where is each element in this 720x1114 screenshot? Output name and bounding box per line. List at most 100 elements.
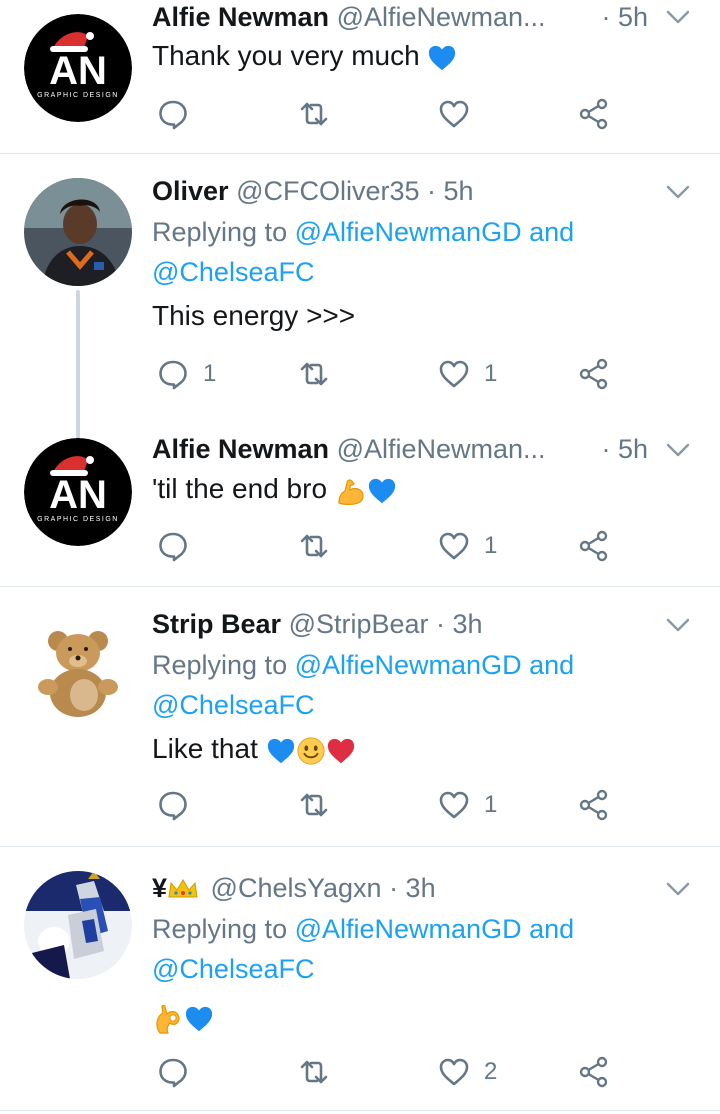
share-icon — [578, 789, 610, 821]
display-name[interactable]: Alfie Newman — [152, 434, 329, 464]
retweet-button[interactable] — [298, 526, 344, 566]
tweet-text: 'til the end bro — [152, 469, 397, 509]
blue-heart-emoji — [427, 43, 457, 73]
handle[interactable]: @ChelsYagxn — [211, 873, 382, 903]
ok-hand-emoji — [152, 1003, 184, 1035]
flexed-biceps-emoji — [335, 475, 367, 507]
avatar[interactable] — [24, 871, 132, 979]
chevron-down-icon[interactable] — [664, 875, 692, 903]
retweet-button[interactable] — [298, 1052, 344, 1092]
mention-link[interactable]: @AlfieNewmanGD — [295, 914, 522, 944]
tweet-actions — [0, 94, 720, 134]
chevron-down-icon[interactable] — [664, 611, 692, 639]
handle[interactable]: @AlfieNewman... — [337, 434, 546, 464]
timestamp[interactable]: · 5h — [427, 176, 474, 206]
retweet-icon — [298, 530, 330, 562]
like-button[interactable]: 1 — [438, 785, 497, 825]
logo-tagline: GRAPHIC DESIGN — [37, 516, 119, 523]
avatar[interactable] — [24, 611, 132, 719]
tweet-strip-bear[interactable]: Strip Bear @StripBear · 3h Replying to @… — [0, 587, 720, 845]
mention-link[interactable]: @ChelseaFC — [152, 954, 314, 984]
like-icon — [438, 1056, 470, 1088]
handle[interactable]: @CFCOliver35 — [236, 176, 419, 206]
tweet-actions: 1 — [0, 785, 720, 825]
tweet-header: ¥ @ChelsYagxn · 3h — [152, 869, 640, 907]
share-button[interactable] — [578, 354, 610, 394]
red-heart-emoji — [326, 736, 356, 766]
share-icon — [578, 358, 610, 390]
display-name[interactable]: Alfie Newman — [152, 2, 329, 32]
display-name[interactable]: Oliver — [152, 176, 229, 206]
retweet-icon — [298, 358, 330, 390]
divider — [0, 1110, 720, 1111]
blue-heart-emoji — [367, 476, 397, 506]
crown-emoji — [167, 877, 199, 899]
like-icon — [438, 789, 470, 821]
chevron-down-icon[interactable] — [664, 436, 692, 464]
like-button[interactable] — [438, 94, 484, 134]
blue-heart-emoji — [266, 736, 296, 766]
retweet-icon — [298, 1056, 330, 1088]
share-button[interactable] — [578, 1052, 610, 1092]
tweet-header: Strip Bear @StripBear · 3h — [152, 605, 640, 643]
reply-button[interactable] — [157, 785, 203, 825]
reply-button[interactable] — [157, 94, 203, 134]
mention-link[interactable]: @AlfieNewmanGD — [295, 217, 522, 247]
share-button[interactable] — [578, 94, 610, 134]
slightly-smiling-face-emoji — [296, 736, 326, 766]
mention-link[interactable]: @AlfieNewmanGD — [295, 650, 522, 680]
retweet-icon — [298, 789, 330, 821]
like-button[interactable]: 1 — [438, 526, 497, 566]
reply-icon — [157, 98, 189, 130]
share-icon — [578, 530, 610, 562]
retweet-icon — [298, 98, 330, 130]
retweet-button[interactable] — [298, 354, 344, 394]
timestamp[interactable]: · 5h — [601, 430, 648, 468]
chevron-down-icon[interactable] — [664, 3, 692, 31]
tweet-text — [152, 997, 214, 1037]
like-button[interactable]: 1 — [438, 354, 497, 394]
display-name[interactable]: ¥ — [152, 873, 167, 903]
tweet-header: Alfie Newman @AlfieNewman... — [152, 0, 570, 36]
timestamp[interactable]: · 3h — [389, 873, 436, 903]
handle[interactable]: @AlfieNewman... — [337, 2, 546, 32]
handle[interactable]: @StripBear — [289, 609, 429, 639]
tweet-alfie-1[interactable]: AN GRAPHIC DESIGN Alfie Newman @AlfieNew… — [0, 0, 720, 153]
share-icon — [578, 98, 610, 130]
replying-to: Replying to @AlfieNewmanGD and @ChelseaF… — [152, 650, 575, 720]
timestamp[interactable]: · 5h — [601, 0, 648, 36]
reply-icon — [157, 1056, 189, 1088]
tweet-actions: 2 — [0, 1052, 720, 1092]
avatar[interactable] — [24, 178, 132, 286]
tweet-oliver[interactable]: Oliver @CFCOliver35 · 5h Replying to @Al… — [0, 154, 720, 440]
reply-icon — [157, 530, 189, 562]
share-button[interactable] — [578, 785, 610, 825]
replying-to: Replying to @AlfieNewmanGD and @ChelseaF… — [152, 914, 575, 984]
replying-to: Replying to @AlfieNewmanGD and @ChelseaF… — [152, 217, 575, 287]
logo-letters: AN — [49, 473, 107, 517]
like-button[interactable]: 2 — [438, 1052, 497, 1092]
tweet-chelsyagxn[interactable]: ¥ @ChelsYagxn · 3h Replying to @AlfieNew… — [0, 847, 720, 1112]
mention-link[interactable]: @ChelseaFC — [152, 257, 314, 287]
tweet-text: This energy >>> — [152, 300, 356, 331]
reply-button[interactable] — [157, 526, 203, 566]
like-icon — [438, 530, 470, 562]
retweet-button[interactable] — [298, 785, 344, 825]
reply-icon — [157, 789, 189, 821]
tweet-header: Oliver @CFCOliver35 · 5h — [152, 172, 640, 210]
reply-button[interactable] — [157, 1052, 203, 1092]
tweet-alfie-2[interactable]: AN GRAPHIC DESIGN Alfie Newman @AlfieNew… — [0, 414, 720, 586]
reply-button[interactable]: 1 — [157, 354, 216, 394]
mention-link[interactable]: @ChelseaFC — [152, 690, 314, 720]
tweet-text: Thank you very much — [152, 36, 457, 76]
reply-icon — [157, 358, 189, 390]
share-button[interactable] — [578, 526, 610, 566]
timestamp[interactable]: · 3h — [436, 609, 483, 639]
display-name[interactable]: Strip Bear — [152, 609, 281, 639]
retweet-button[interactable] — [298, 94, 344, 134]
tweet-actions: 1 1 — [0, 354, 720, 394]
like-icon — [438, 358, 470, 390]
logo-letters: AN — [49, 49, 107, 93]
chevron-down-icon[interactable] — [664, 178, 692, 206]
tweet-actions: 1 — [0, 526, 720, 566]
